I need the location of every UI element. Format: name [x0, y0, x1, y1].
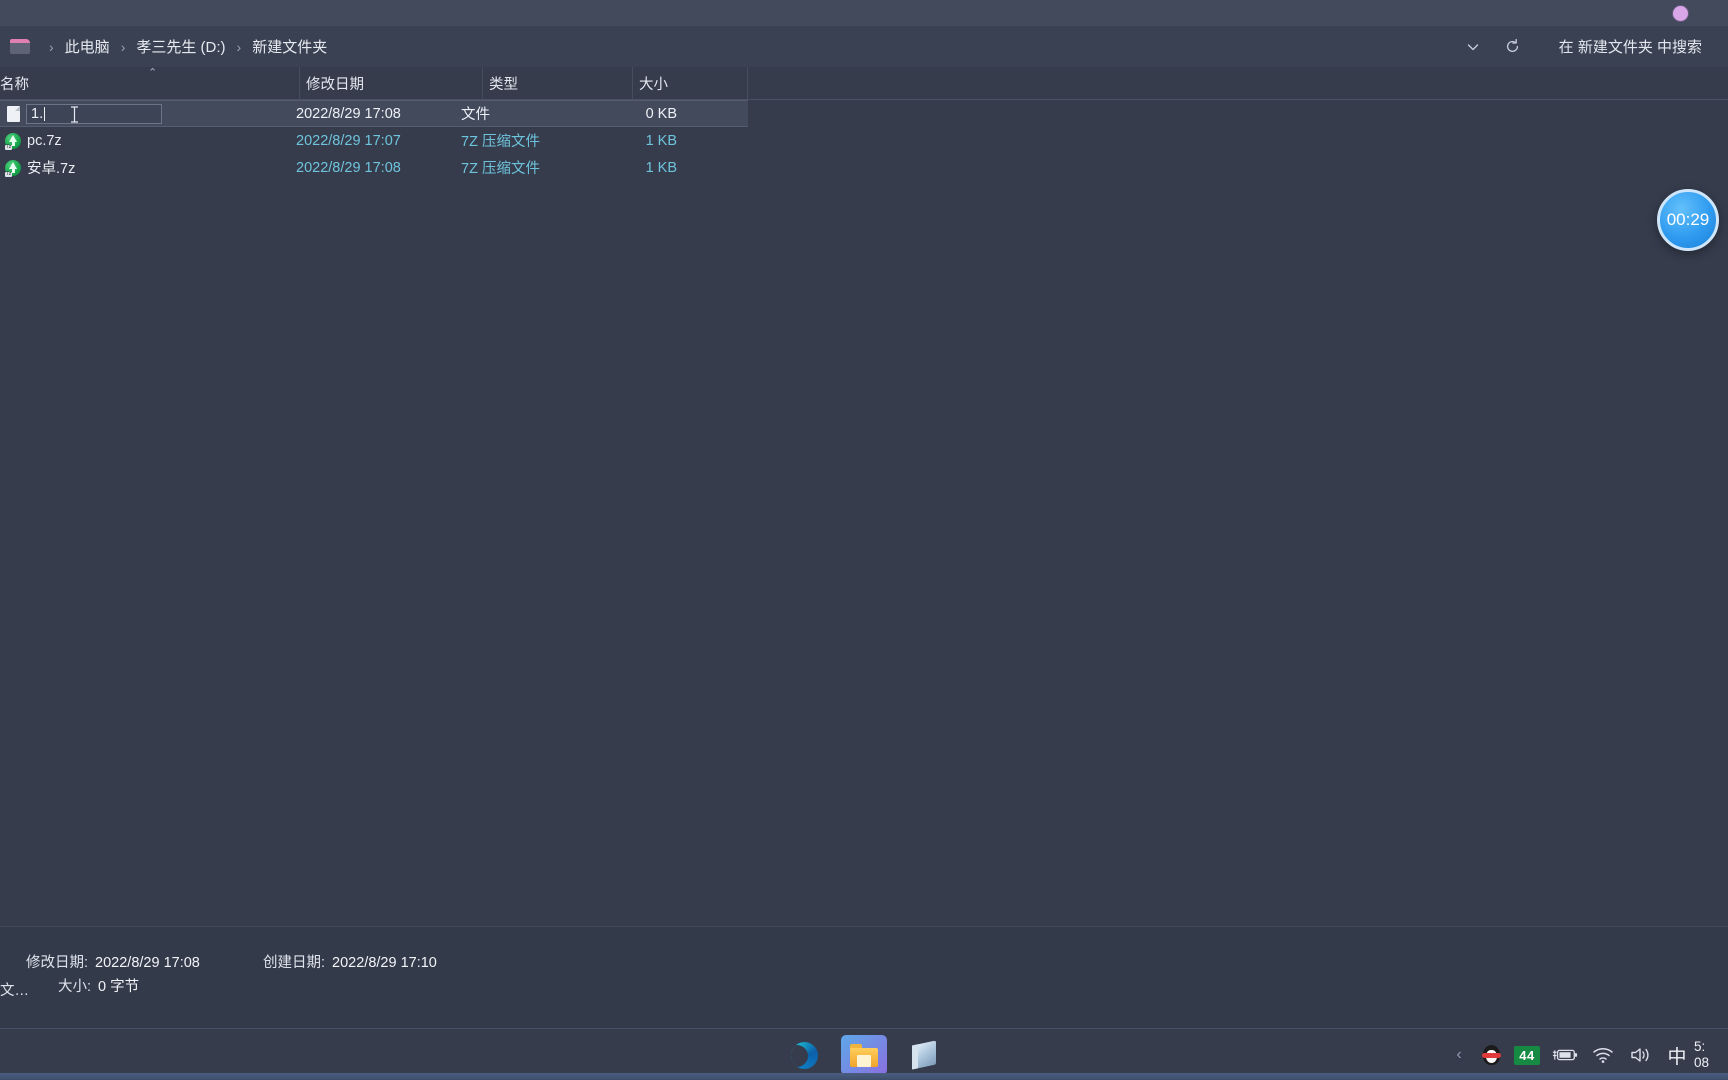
file-list: 1. 2022/8/29 17:08 文件 0 KB 7z pc.7z 2022… [0, 100, 1728, 181]
column-header-type-label: 类型 [489, 77, 518, 93]
details-modified-value: 2022/8/29 17:08 [95, 955, 200, 971]
file-name-cell[interactable]: pc.7z [24, 133, 296, 149]
rename-input[interactable]: 1. [26, 103, 162, 124]
table-row[interactable]: 7z pc.7z 2022/8/29 17:07 7Z 压缩文件 1 KB [0, 127, 748, 154]
search-input[interactable]: 在 新建文件夹 中搜索 [1533, 36, 1728, 57]
taskbar-bottom-strip [0, 1073, 1728, 1080]
details-truncated-label: 文… [0, 983, 29, 999]
explorer-window: › 此电脑 › 孝三先生 (D:) › 新建文件夹 在 新建文件夹 中搜索 名称… [0, 0, 1728, 1080]
breadcrumb: › 此电脑 › 孝三先生 (D:) › 新建文件夹 [0, 26, 329, 67]
details-created-value: 2022/8/29 17:10 [332, 955, 437, 971]
column-header-date-modified[interactable]: 修改日期 [300, 67, 483, 100]
record-indicator-dot [1673, 6, 1688, 21]
breadcrumb-separator-2: › [236, 38, 242, 55]
file-type-cell: 7Z 压缩文件 [461, 161, 540, 177]
title-bar [0, 0, 1728, 26]
breadcrumb-item-drive-d[interactable]: 孝三先生 (D:) [134, 33, 227, 60]
column-header-type[interactable]: 类型 [483, 67, 633, 100]
details-size: 大小: 0 字节 [58, 975, 139, 996]
file-name-cell[interactable]: 1. [24, 103, 296, 124]
table-row[interactable]: 1. 2022/8/29 17:08 文件 0 KB [0, 100, 748, 127]
clock-date: 08 [1694, 1055, 1710, 1070]
taskbar-app-notepad[interactable] [901, 1035, 947, 1075]
column-header-name-label: 名称 [0, 77, 29, 93]
details-size-value: 0 字节 [98, 979, 140, 995]
breadcrumb-item-this-pc[interactable]: 此电脑 [63, 33, 112, 60]
horizontal-scrollbar-track[interactable] [0, 1012, 1728, 1026]
details-modified: 修改日期: 2022/8/29 17:08 [26, 951, 200, 972]
column-header-date-label: 修改日期 [306, 77, 364, 93]
breadcrumb-separator-0: › [49, 38, 54, 55]
taskbar: ‹ 44 中 5: 08 [0, 1028, 1728, 1080]
table-row[interactable]: 7z 安卓.7z 2022/8/29 17:08 7Z 压缩文件 1 KB [0, 154, 748, 181]
folder-icon [850, 1043, 878, 1067]
details-created: 创建日期: 2022/8/29 17:10 [263, 951, 437, 972]
file-date-cell: 2022/8/29 17:08 [296, 105, 401, 122]
column-header-row: 名称 ⌃ 修改日期 类型 大小 [0, 67, 1728, 100]
sort-ascending-icon: ⌃ [148, 67, 158, 79]
details-created-key: 创建日期: [263, 955, 326, 971]
refresh-icon[interactable] [1493, 28, 1533, 66]
rename-input-value: 1. [31, 105, 44, 122]
file-type-cell: 7Z 压缩文件 [461, 134, 540, 150]
generic-file-icon [2, 105, 24, 122]
clock-time: 5: [1694, 1039, 1706, 1054]
sevenzip-icon: 7z [2, 132, 24, 150]
file-date-cell: 2022/8/29 17:07 [296, 132, 401, 149]
column-header-name[interactable]: 名称 ⌃ [0, 67, 300, 100]
taskbar-app-file-explorer[interactable] [841, 1035, 887, 1075]
column-header-size-label: 大小 [639, 77, 668, 93]
breadcrumb-separator-1: › [120, 38, 126, 55]
timer-value: 00:29 [1666, 210, 1710, 229]
notepad-icon [912, 1040, 936, 1070]
file-type-cell: 文件 [461, 107, 490, 123]
column-header-size[interactable]: 大小 [633, 67, 748, 100]
chevron-down-icon[interactable] [1453, 28, 1493, 66]
notification-count-value: 44 [1514, 1045, 1540, 1065]
file-date-cell: 2022/8/29 17:08 [296, 159, 401, 176]
file-size-cell: 1 KB [645, 159, 677, 176]
file-size-cell: 1 KB [645, 132, 677, 149]
folder-icon [10, 39, 30, 54]
file-name-cell[interactable]: 安卓.7z [24, 157, 296, 178]
address-bar: › 此电脑 › 孝三先生 (D:) › 新建文件夹 在 新建文件夹 中搜索 [0, 26, 1728, 67]
details-size-key: 大小: [58, 979, 92, 995]
sevenzip-icon: 7z [2, 159, 24, 177]
edge-icon [790, 1041, 818, 1069]
ibeam-cursor [71, 105, 78, 123]
details-modified-key: 修改日期: [26, 955, 89, 971]
floating-timer[interactable]: 00:29 [1657, 189, 1719, 251]
text-caret [44, 106, 46, 121]
taskbar-app-edge[interactable] [781, 1035, 827, 1075]
breadcrumb-item-new-folder[interactable]: 新建文件夹 [250, 33, 329, 60]
file-size-cell: 0 KB [645, 105, 677, 122]
